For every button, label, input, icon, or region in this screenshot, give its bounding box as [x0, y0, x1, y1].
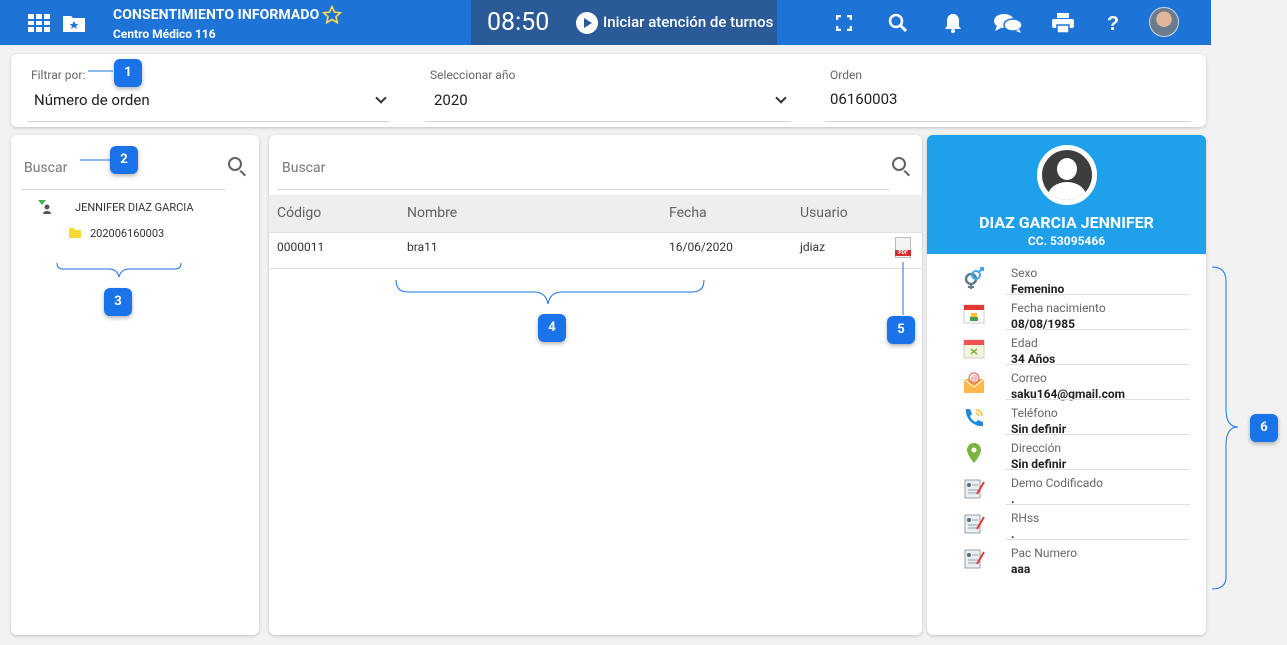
- annotation-badge-4: 4: [538, 314, 566, 342]
- annotation-badge-3: 3: [104, 288, 132, 316]
- annotation-lines: [56, 70, 1239, 590]
- annotation-badge-1: 1: [114, 59, 142, 87]
- annotation-badge-5: 5: [887, 316, 915, 344]
- annotation-badge-2: 2: [110, 146, 138, 174]
- annotation-badge-6: 6: [1250, 414, 1278, 442]
